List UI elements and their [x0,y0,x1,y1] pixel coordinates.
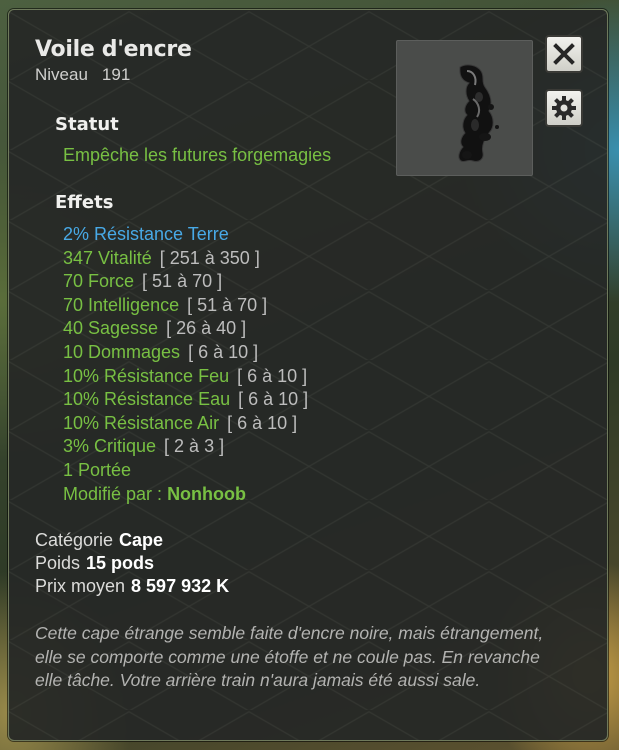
effect-range: [ 251 à 350 ] [159,247,260,268]
ink-veil-item-icon [458,64,499,163]
settings-button[interactable] [545,89,583,127]
effect-line: 40 Sagesse [ 26 à 40 ] [63,317,308,341]
level-value: 191 [101,65,131,84]
price-value: 8 597 932 K [131,576,230,596]
weight-row: Poids 15 pods [35,553,154,574]
effect-range: [ 51 à 70 ] [142,271,223,292]
effect-range: [ 2 à 3 ] [164,436,225,457]
effect-range: [ 6 à 10 ] [237,365,308,386]
effect-range: [ 26 à 40 ] [166,318,247,339]
effect-text: 347 Vitalité [63,247,152,268]
effect-line: 2% Résistance Terre [63,223,308,247]
effect-text: 70 Force [63,271,135,292]
effect-range: [ 6 à 10 ] [227,412,298,433]
effect-text: 70 Intelligence [63,294,180,315]
modified-by-name: Nonhoob [167,483,247,504]
effect-line: 10 Dommages [ 6 à 10 ] [63,341,308,365]
weight-value: 15 pods [86,553,155,573]
effect-line: 347 Vitalité [ 251 à 350 ] [63,247,308,271]
category-row: Catégorie Cape [35,530,163,551]
status-heading: Statut [55,114,119,135]
effect-text: 10% Résistance Feu [63,365,230,386]
category-label: Catégorie [35,530,114,550]
effect-line: 70 Force [ 51 à 70 ] [63,270,308,294]
item-image-frame [396,40,533,176]
price-row: Prix moyen 8 597 932 K [35,576,229,597]
item-name: Voile d'encre [35,37,192,62]
effect-line: 10% Résistance Feu [ 6 à 10 ] [63,365,308,389]
weight-label: Poids [35,553,81,573]
modified-by-label: Modifié par : [63,483,163,504]
price-label: Prix moyen [35,576,126,596]
effect-line: 1 Portée [63,459,308,483]
close-icon [553,43,575,65]
effect-line: 70 Intelligence [ 51 à 70 ] [63,294,308,318]
level-label: Niveau [35,65,88,84]
effect-text: 3% Critique [63,436,157,457]
effect-text: 1 Portée [63,459,132,480]
gear-icon [552,96,576,120]
item-description: Cette cape étrange semble faite d'encre … [35,623,544,690]
effect-line: 10% Résistance Eau [ 6 à 10 ] [63,388,308,412]
effect-range: [ 6 à 10 ] [238,389,309,410]
item-tooltip-panel: Voile d'encre Niveau 191 Statut Empêche … [8,9,608,741]
category-value: Cape [119,530,164,550]
effect-text: 2% Résistance Terre [63,224,229,244]
effect-text: 10% Résistance Air [63,412,220,433]
effect-text: 40 Sagesse [63,318,159,339]
close-button[interactable] [545,35,583,73]
modified-by-line: Modifié par : Nonhoob [63,483,308,507]
effect-line: 3% Critique [ 2 à 3 ] [63,435,308,459]
effects-list: 2% Résistance Terre 347 Vitalité [ 251 à 3… [63,223,308,506]
effects-heading: Effets [55,192,114,213]
effect-line: 10% Résistance Air [ 6 à 10 ] [63,412,308,436]
item-level: Niveau 191 [35,65,130,85]
effect-range: [ 6 à 10 ] [188,341,259,362]
effect-range: [ 51 à 70 ] [187,294,268,315]
status-text: Empêche les futures forgemagies [63,145,332,165]
effect-text: 10% Résistance Eau [63,389,231,410]
effect-text: 10 Dommages [63,341,181,362]
